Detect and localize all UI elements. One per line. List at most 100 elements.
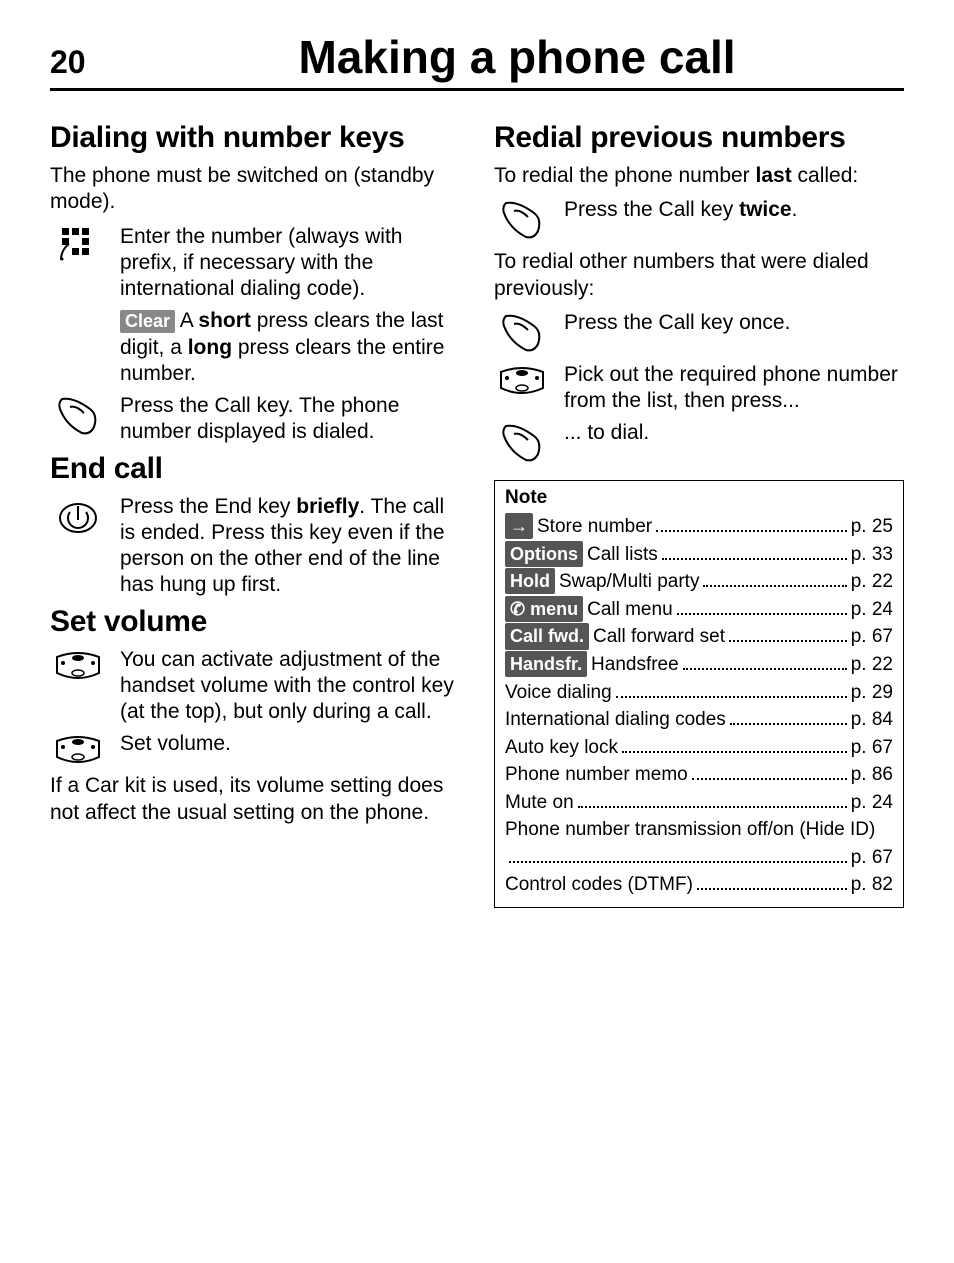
- note-label: Voice dialing: [505, 679, 612, 707]
- redial-intro-a: To redial the phone number: [494, 164, 756, 187]
- note-page: p. 33: [851, 541, 893, 569]
- pick-number-text: Pick out the required phone number from …: [564, 362, 904, 415]
- note-page: p. 67: [851, 844, 893, 872]
- page: 20 Making a phone call Dialing with numb…: [0, 0, 954, 948]
- note-line: ✆ menu Call menu p. 24: [505, 596, 893, 624]
- note-page: p. 82: [851, 871, 893, 899]
- note-label: International dialing codes: [505, 706, 726, 734]
- page-header: 20 Making a phone call: [50, 30, 904, 91]
- note-label: Handsfree: [591, 651, 679, 679]
- redial-mid: To redial other numbers that were dialed…: [494, 249, 904, 302]
- note-badge: Options: [505, 541, 583, 567]
- end-key-icon: [50, 494, 106, 540]
- notes-list: → Store numberp. 25Options Call lists p. …: [505, 513, 893, 899]
- heading-dialing: Dialing with number keys: [50, 121, 460, 155]
- control-key-top-icon: [50, 647, 106, 683]
- dot-leader: [662, 558, 847, 560]
- note-label: Swap/Multi party: [559, 568, 699, 596]
- row-volume-activate: You can activate adjustment of the hands…: [50, 647, 460, 726]
- note-line: Call fwd. Call forward set p. 67: [505, 623, 893, 651]
- dot-leader: [692, 778, 847, 780]
- dot-leader: [616, 696, 847, 698]
- right-column: Redial previous numbers To redial the ph…: [494, 115, 904, 908]
- row-pick-number: Pick out the required phone number from …: [494, 362, 904, 415]
- row-enter-number: Enter the number (always with prefix, if…: [50, 224, 460, 303]
- note-badge: →: [505, 513, 533, 539]
- note-title: Note: [505, 487, 893, 509]
- note-badge: Handsfr.: [505, 651, 587, 677]
- heading-endcall: End call: [50, 452, 460, 486]
- dot-leader: [656, 530, 847, 532]
- clear-text-d: long: [188, 336, 232, 359]
- call-key-icon: [494, 310, 550, 356]
- redial-intro-b: last: [756, 164, 792, 187]
- note-line: International dialing codes p. 84: [505, 706, 893, 734]
- note-page: p. 24: [851, 789, 893, 817]
- to-dial-text: ... to dial.: [564, 420, 904, 446]
- note-page: p. 67: [851, 623, 893, 651]
- note-line: Handsfr. Handsfreep. 22: [505, 651, 893, 679]
- note-badge: Call fwd.: [505, 623, 589, 649]
- note-line: Hold Swap/Multi party p. 22: [505, 568, 893, 596]
- clear-badge: Clear: [120, 310, 175, 333]
- row-endcall: Press the End key briefly. The call is e…: [50, 494, 460, 599]
- control-key-icon: [50, 731, 106, 767]
- clear-text-a: A: [175, 309, 198, 332]
- note-label: Call lists: [587, 541, 658, 569]
- heading-redial: Redial previous numbers: [494, 121, 904, 155]
- note-line: → Store numberp. 25: [505, 513, 893, 541]
- dialing-intro: The phone must be switched on (standby m…: [50, 163, 460, 216]
- note-label: Auto key lock: [505, 734, 618, 762]
- row-volume-set: Set volume.: [50, 731, 460, 767]
- dot-leader: [697, 888, 847, 890]
- columns: Dialing with number keys The phone must …: [50, 115, 904, 908]
- redial-twice-c: .: [792, 198, 798, 221]
- clear-text: Clear A short press clears the last digi…: [120, 308, 460, 387]
- note-label: Call forward set: [593, 623, 725, 651]
- dot-leader: [703, 585, 846, 587]
- note-page: p. 86: [851, 761, 893, 789]
- note-line: Control codes (DTMF) p. 82: [505, 871, 893, 899]
- note-line: Phone number memo p. 86: [505, 761, 893, 789]
- page-title: Making a phone call: [130, 30, 904, 84]
- dot-leader: [578, 806, 847, 808]
- page-number: 20: [50, 44, 110, 81]
- endcall-text: Press the End key briefly. The call is e…: [120, 494, 460, 599]
- row-callkey: Press the Call key. The phone number dis…: [50, 393, 460, 446]
- volume-activate-text: You can activate adjustment of the hands…: [120, 647, 460, 726]
- callkey-text: Press the Call key. The phone number dis…: [120, 393, 460, 446]
- redial-intro: To redial the phone number last called:: [494, 163, 904, 189]
- note-page: p. 25: [851, 513, 893, 541]
- control-key-icon: [494, 362, 550, 398]
- note-badge: ✆ menu: [505, 596, 583, 622]
- redial-twice-text: Press the Call key twice.: [564, 197, 904, 223]
- row-redial-twice: Press the Call key twice.: [494, 197, 904, 243]
- redial-twice-a: Press the Call key: [564, 198, 739, 221]
- note-line: Phone number transmission off/on (Hide I…: [505, 816, 893, 871]
- note-page: p. 24: [851, 596, 893, 624]
- redial-intro-c: called:: [792, 164, 859, 187]
- note-line: Voice dialing p. 29: [505, 679, 893, 707]
- row-clear: Clear A short press clears the last digi…: [50, 308, 460, 387]
- enter-number-text: Enter the number (always with prefix, if…: [120, 224, 460, 303]
- note-label: Control codes (DTMF): [505, 871, 693, 899]
- note-page: p. 84: [851, 706, 893, 734]
- note-page: p. 22: [851, 568, 893, 596]
- dot-leader: [622, 751, 847, 753]
- note-label: Phone number transmission off/on (Hide I…: [505, 816, 893, 844]
- note-badge: Hold: [505, 568, 555, 594]
- note-label: Phone number memo: [505, 761, 688, 789]
- note-line: Options Call lists p. 33: [505, 541, 893, 569]
- note-page: p. 29: [851, 679, 893, 707]
- volume-set-text: Set volume.: [120, 731, 460, 757]
- row-to-dial: ... to dial.: [494, 420, 904, 466]
- call-key-icon: [494, 197, 550, 243]
- note-label: Call menu: [587, 596, 673, 624]
- row-redial-once: Press the Call key once.: [494, 310, 904, 356]
- redial-once-text: Press the Call key once.: [564, 310, 904, 336]
- keypad-icon: [50, 224, 106, 262]
- call-key-icon: [50, 393, 106, 439]
- spacer-icon: [50, 308, 106, 310]
- note-line: Auto key lockp. 67: [505, 734, 893, 762]
- note-label: Mute on: [505, 789, 574, 817]
